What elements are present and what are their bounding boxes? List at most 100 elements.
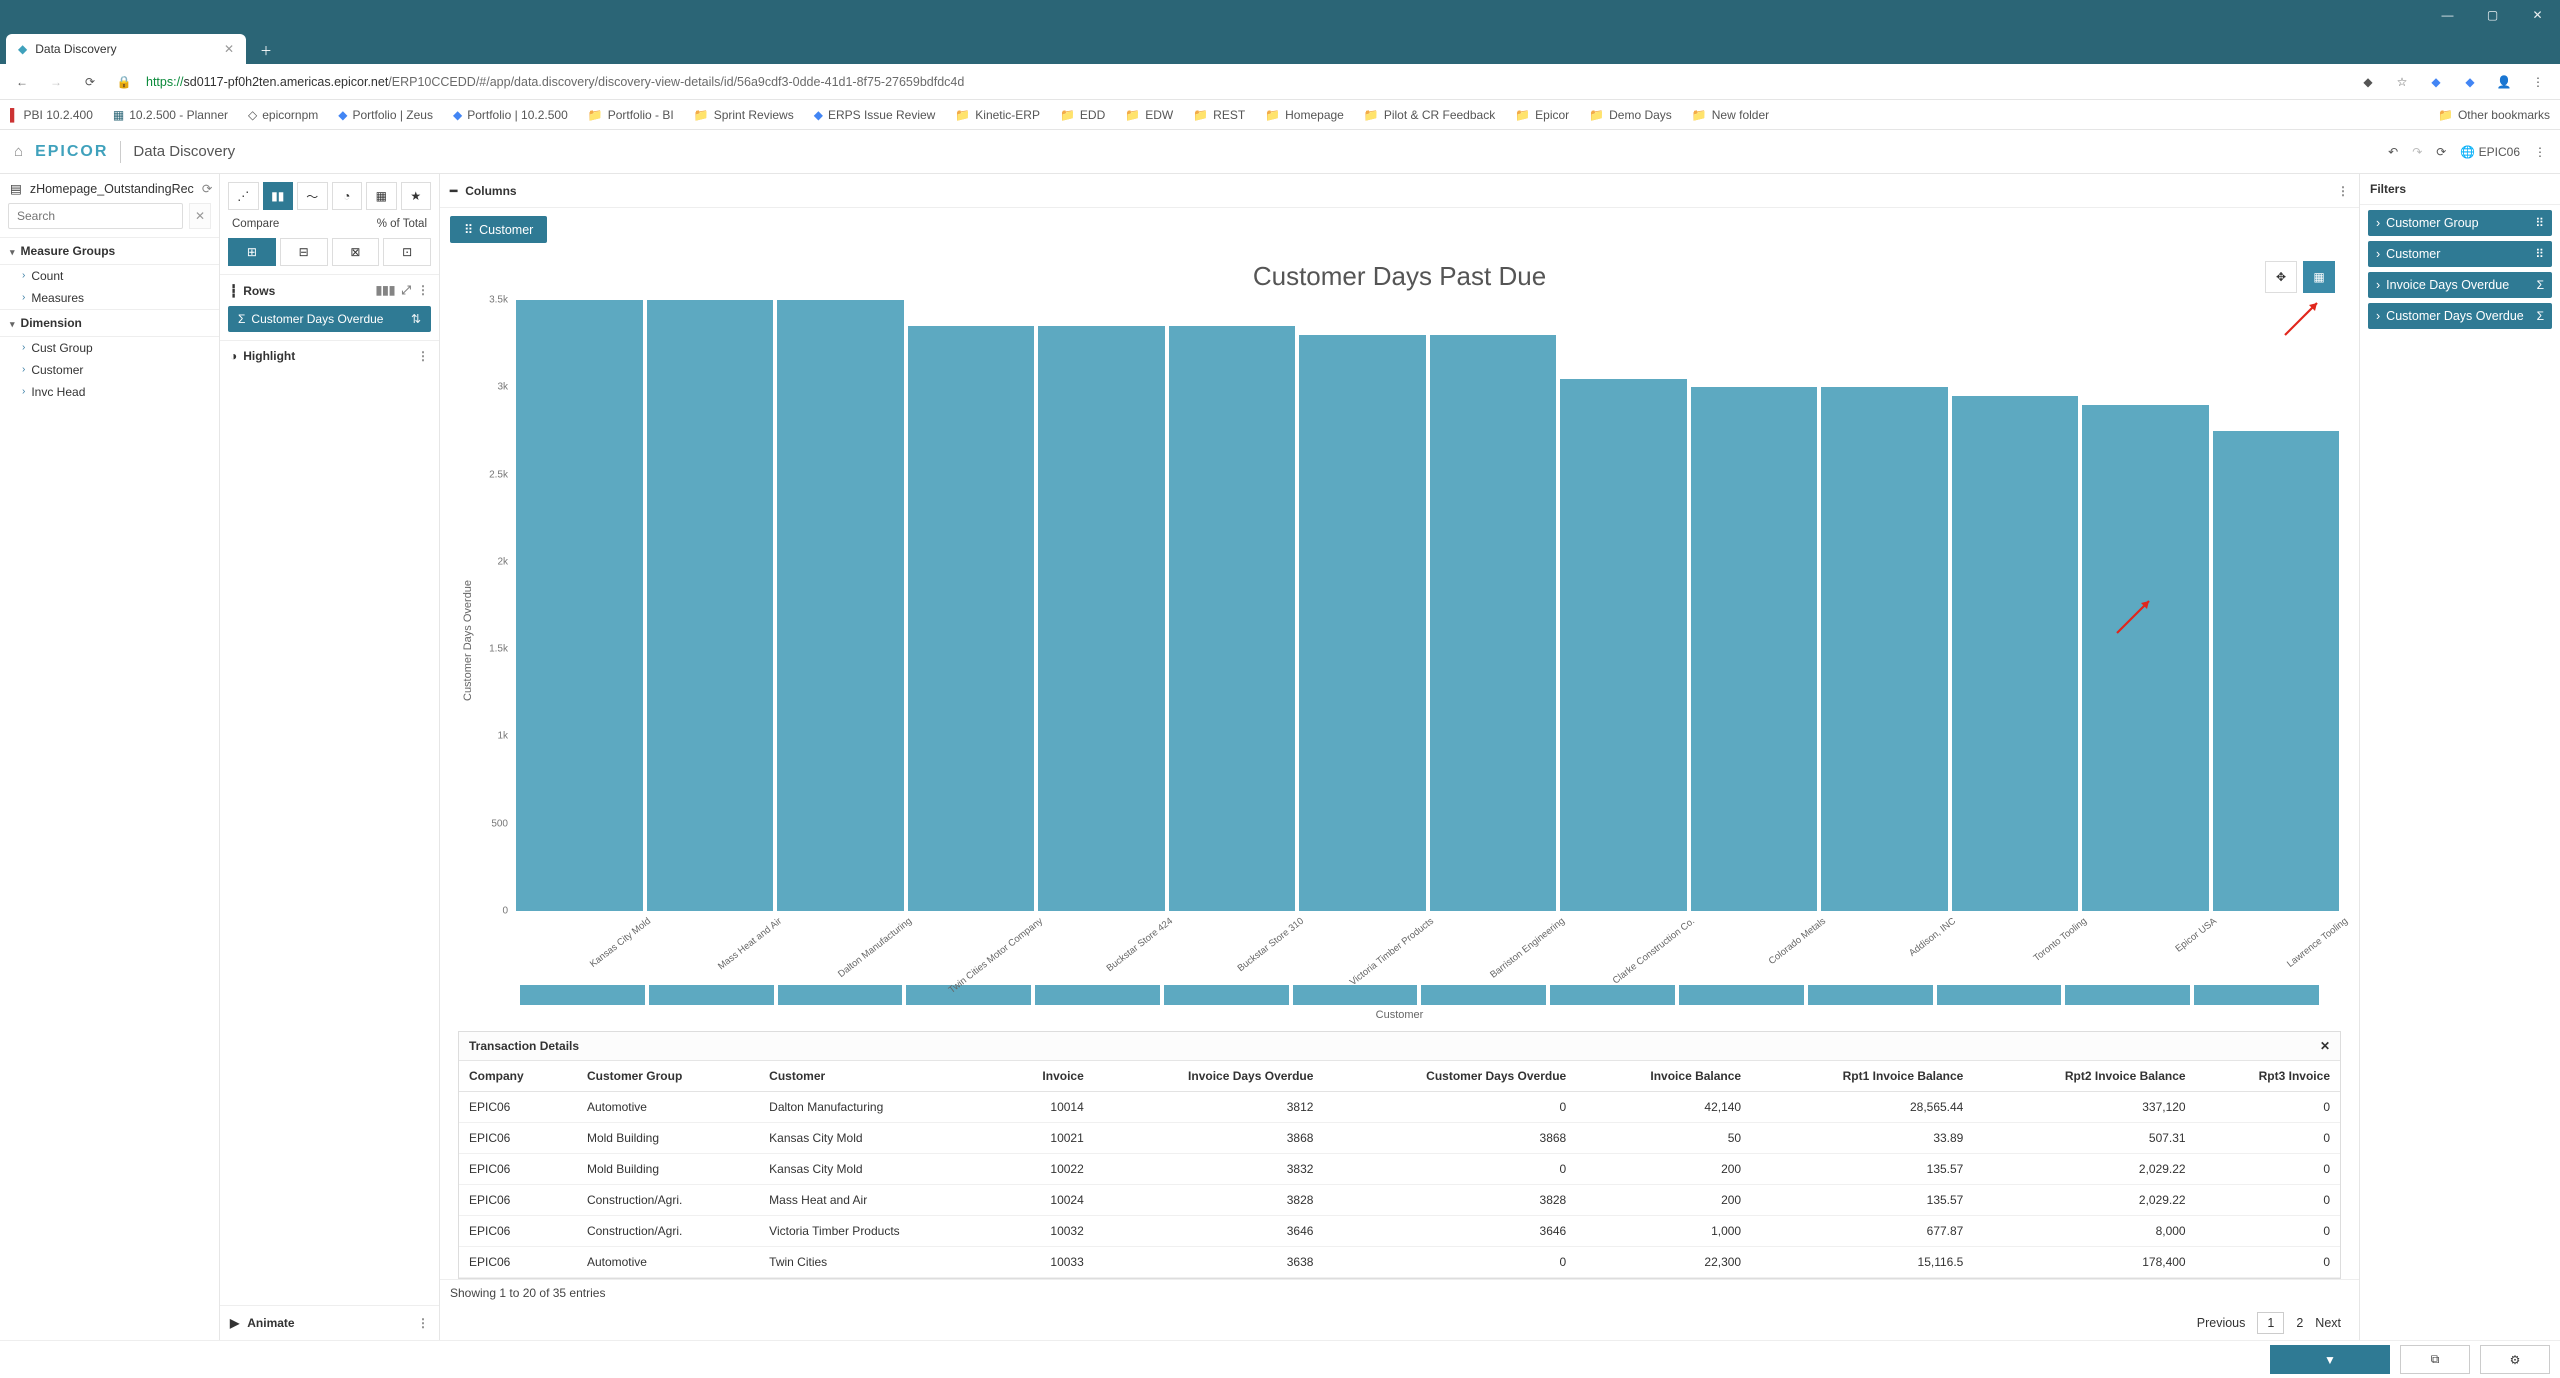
star-icon[interactable]: ☆: [2390, 75, 2414, 89]
pager-page[interactable]: 2: [2296, 1316, 2303, 1330]
filter-pill[interactable]: ›Customer Days OverdueΣ: [2368, 303, 2552, 329]
dimension-header[interactable]: Dimension: [0, 309, 219, 337]
footer-settings-button[interactable]: ⚙: [2480, 1345, 2550, 1374]
chart-bar[interactable]: [1169, 326, 1296, 911]
chart-move-icon[interactable]: ✥: [2265, 261, 2297, 293]
chart-bar[interactable]: [647, 300, 774, 911]
home-icon[interactable]: ⌂: [14, 143, 23, 160]
undo-icon[interactable]: ↶: [2388, 145, 2398, 159]
highlight-menu-icon[interactable]: ⋮: [417, 349, 429, 363]
table-row[interactable]: EPIC06Mold BuildingKansas City Mold10022…: [459, 1154, 2340, 1185]
pct-total-toggle[interactable]: % of Total: [377, 218, 427, 230]
bookmark-item[interactable]: 📁Pilot & CR Feedback: [1364, 108, 1495, 122]
table-header-cell[interactable]: Invoice: [997, 1061, 1094, 1092]
play-icon[interactable]: ▶: [230, 1316, 239, 1330]
table-row[interactable]: EPIC06Construction/Agri.Victoria Timber …: [459, 1216, 2340, 1247]
chart-type-table-button[interactable]: ▦: [366, 182, 397, 210]
bookmark-item[interactable]: 📁Demo Days: [1589, 108, 1672, 122]
chart-type-star-button[interactable]: ★: [401, 182, 432, 210]
search-input[interactable]: [8, 203, 183, 229]
bookmark-item[interactable]: 📁REST: [1193, 108, 1245, 122]
table-header-cell[interactable]: Rpt2 Invoice Balance: [1973, 1061, 2195, 1092]
window-minimize-icon[interactable]: —: [2425, 0, 2470, 30]
compare-toggle[interactable]: Compare: [232, 218, 279, 230]
dimension-item[interactable]: Invc Head: [0, 381, 219, 403]
measure-item[interactable]: Count: [0, 265, 219, 287]
other-bookmarks[interactable]: 📁Other bookmarks: [2438, 108, 2550, 122]
tab-close-icon[interactable]: ✕: [224, 42, 234, 56]
chart-plot[interactable]: 05001k1.5k2k2.5k3k3.5k Kansas City MoldM…: [476, 300, 2339, 981]
table-close-icon[interactable]: ✕: [2320, 1039, 2330, 1053]
chart-type-pie-button[interactable]: ◔: [332, 182, 363, 210]
chart-bar[interactable]: [1952, 396, 2079, 911]
extension3-icon[interactable]: ◆: [2458, 75, 2482, 89]
browser-tab[interactable]: ◆ Data Discovery ✕: [6, 34, 246, 64]
filter-pill[interactable]: ›Customer⠿: [2368, 241, 2552, 267]
chart-type-scatter-button[interactable]: ⋰: [228, 182, 259, 210]
chart-bar[interactable]: [1560, 379, 1687, 911]
chart-bar[interactable]: [2082, 405, 2209, 911]
browser-menu-icon[interactable]: ⋮: [2526, 75, 2550, 89]
table-row[interactable]: EPIC06AutomotiveTwin Cities100333638022,…: [459, 1247, 2340, 1278]
pager-page[interactable]: 1: [2257, 1312, 2284, 1334]
chart-bar[interactable]: [777, 300, 904, 911]
redo-icon[interactable]: ↷: [2412, 145, 2422, 159]
bookmark-item[interactable]: 📁Epicor: [1515, 108, 1569, 122]
table-header-cell[interactable]: Customer: [759, 1061, 997, 1092]
chart-bar[interactable]: [2213, 431, 2340, 911]
chart-bar[interactable]: [1299, 335, 1426, 911]
layout-btn-1[interactable]: ⊞: [228, 238, 276, 266]
table-header-cell[interactable]: Rpt1 Invoice Balance: [1751, 1061, 1973, 1092]
row-measure-tag[interactable]: Σ Customer Days Overdue ⇅: [228, 306, 431, 332]
table-header-cell[interactable]: Customer Group: [577, 1061, 759, 1092]
extension2-icon[interactable]: ◆: [2424, 75, 2448, 89]
table-header-cell[interactable]: Customer Days Overdue: [1323, 1061, 1576, 1092]
profile-icon[interactable]: 👤: [2492, 75, 2516, 89]
bookmark-item[interactable]: 📁EDD: [1060, 108, 1105, 122]
measure-item[interactable]: Measures: [0, 287, 219, 309]
pager-previous[interactable]: Previous: [2197, 1316, 2246, 1330]
filter-pill[interactable]: ›Invoice Days OverdueΣ: [2368, 272, 2552, 298]
window-close-icon[interactable]: ✕: [2515, 0, 2560, 30]
window-maximize-icon[interactable]: ▢: [2470, 0, 2515, 30]
table-header-cell[interactable]: Invoice Balance: [1576, 1061, 1751, 1092]
chart-bar[interactable]: [1430, 335, 1557, 911]
back-icon[interactable]: ←: [10, 75, 34, 89]
table-row[interactable]: EPIC06Mold BuildingKansas City Mold10021…: [459, 1123, 2340, 1154]
color-legend-icon[interactable]: ▮▮▮: [376, 283, 396, 298]
measure-groups-header[interactable]: Measure Groups: [0, 237, 219, 265]
bookmark-item[interactable]: ▌PBI 10.2.400: [10, 108, 93, 122]
table-header-cell[interactable]: Company: [459, 1061, 577, 1092]
bookmark-item[interactable]: ◆ERPS Issue Review: [814, 108, 936, 122]
footer-filter-button[interactable]: ▼: [2270, 1345, 2390, 1374]
layout-btn-2[interactable]: ⊟: [280, 238, 328, 266]
chart-bar[interactable]: [1691, 387, 1818, 911]
column-pill[interactable]: ⠿Customer: [450, 216, 547, 243]
table-row[interactable]: EPIC06AutomotiveDalton Manufacturing1001…: [459, 1092, 2340, 1123]
dimension-item[interactable]: Cust Group: [0, 337, 219, 359]
footer-layout-button[interactable]: ⧉: [2400, 1345, 2470, 1374]
chart-bar[interactable]: [1038, 326, 1165, 911]
forward-icon[interactable]: →: [44, 75, 68, 89]
animate-menu-icon[interactable]: ⋮: [417, 1316, 429, 1330]
datasource-name[interactable]: zHomepage_OutstandingRec: [30, 182, 194, 196]
bookmark-item[interactable]: ◇epicornpm: [248, 108, 318, 122]
columns-menu-icon[interactable]: ⋮: [2337, 184, 2349, 198]
bookmark-item[interactable]: 📁Sprint Reviews: [694, 108, 794, 122]
chart-type-bar-button[interactable]: ▮▮: [263, 182, 294, 210]
bookmark-item[interactable]: ◆Portfolio | 10.2.500: [453, 108, 568, 122]
app-menu-icon[interactable]: ⋮: [2534, 145, 2546, 159]
datasource-refresh-icon[interactable]: ⟳: [202, 181, 212, 196]
search-clear-icon[interactable]: ✕: [189, 203, 211, 229]
chart-bar[interactable]: [908, 326, 1035, 911]
chart-grid-icon[interactable]: ▦: [2303, 261, 2335, 293]
reload-icon[interactable]: ⟳: [78, 75, 102, 89]
layout-btn-3[interactable]: ⊠: [332, 238, 380, 266]
rows-menu-icon[interactable]: ⋮: [417, 283, 429, 298]
filter-pill[interactable]: ›Customer Group⠿: [2368, 210, 2552, 236]
pager-next[interactable]: Next: [2315, 1316, 2341, 1330]
bookmark-item[interactable]: ◆Portfolio | Zeus: [338, 108, 433, 122]
address-bar[interactable]: https://sd0117-pf0h2ten.americas.epicor.…: [146, 75, 2346, 89]
table-header-cell[interactable]: Invoice Days Overdue: [1094, 1061, 1324, 1092]
table-row[interactable]: EPIC06Construction/Agri.Mass Heat and Ai…: [459, 1185, 2340, 1216]
